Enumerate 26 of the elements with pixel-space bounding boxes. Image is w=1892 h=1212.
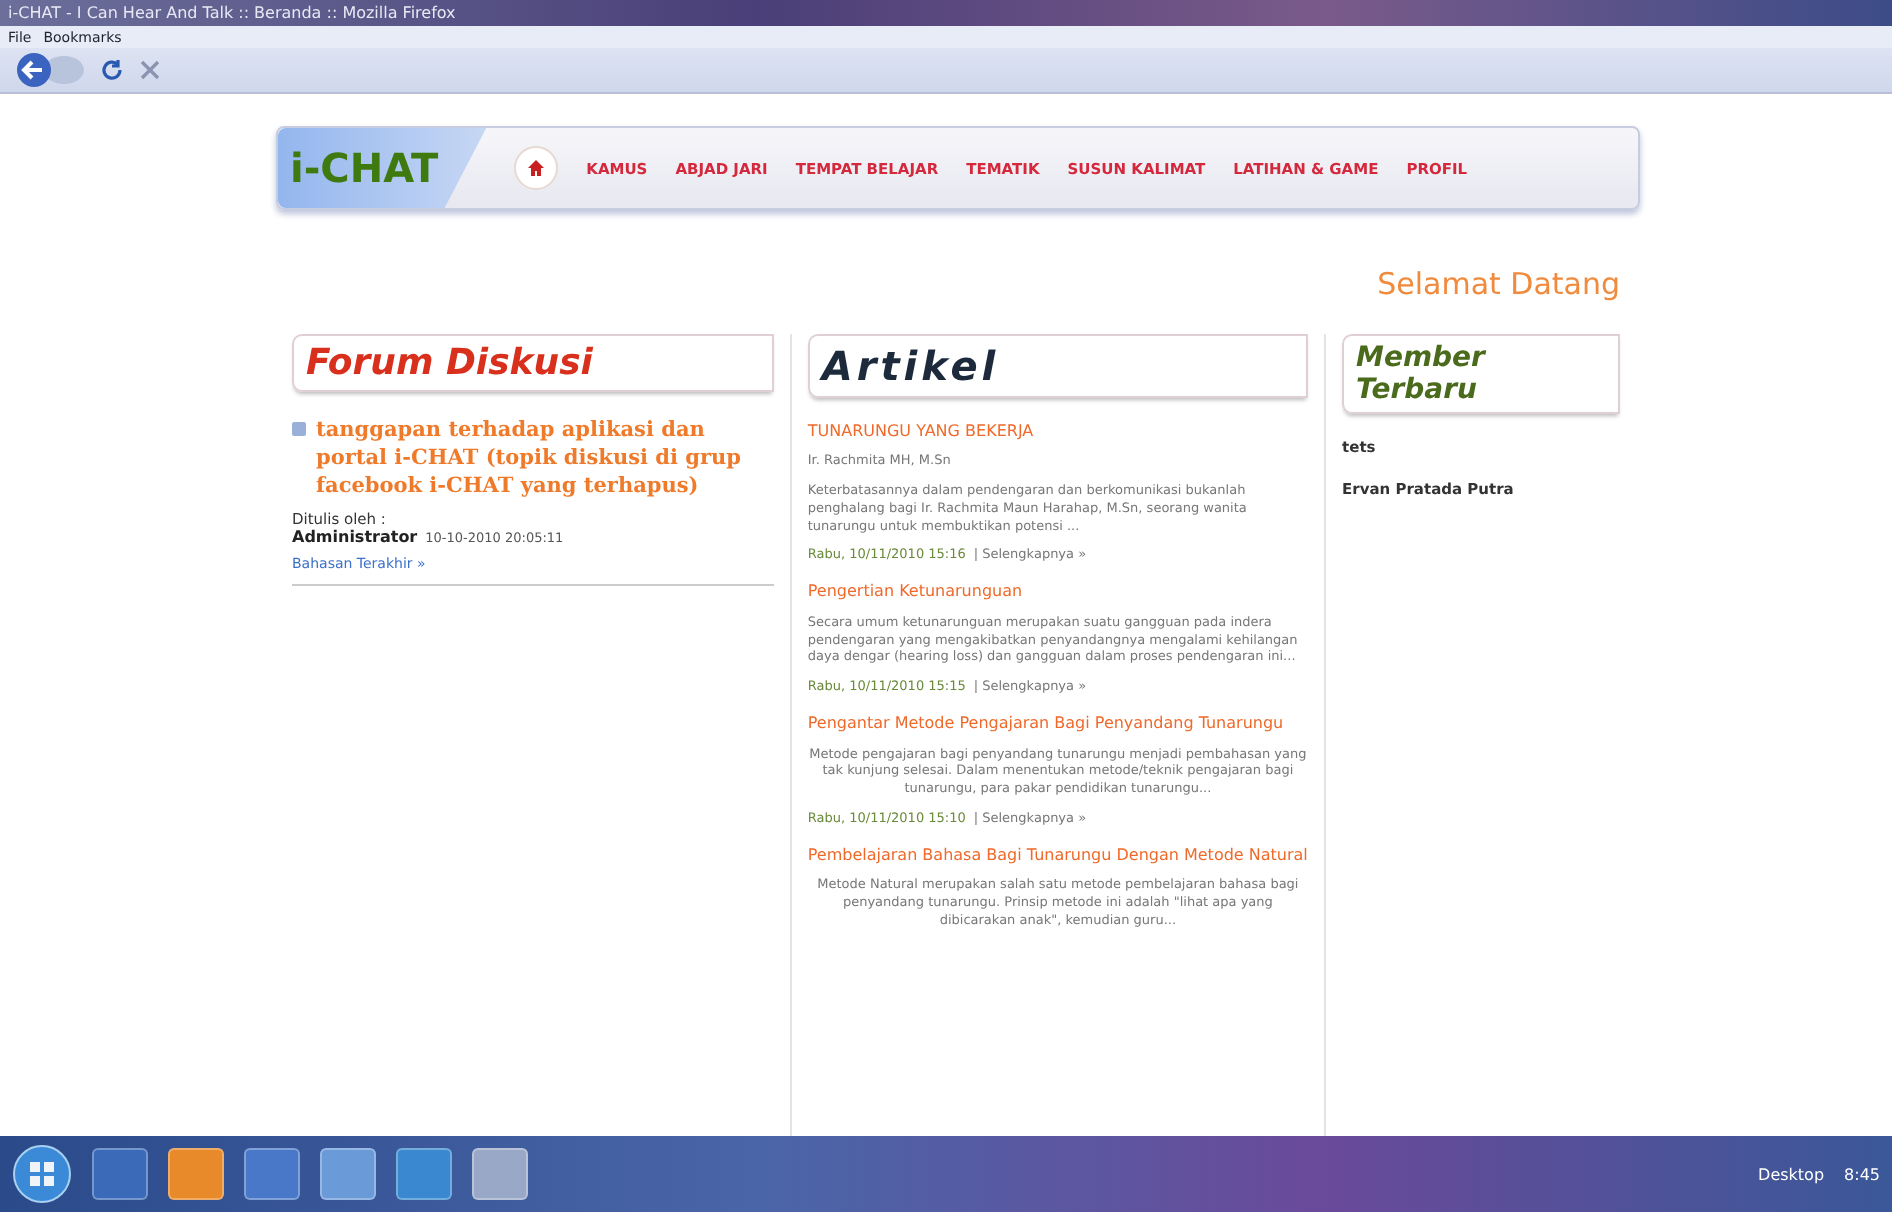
reload-icon[interactable] bbox=[100, 58, 124, 82]
desktop-toolbar[interactable]: Desktop bbox=[1758, 1165, 1825, 1183]
clock: 8:45 bbox=[1844, 1165, 1880, 1183]
window-title: i-CHAT - I Can Hear And Talk :: Beranda :: Mozilla Firefox bbox=[8, 4, 456, 22]
home-icon bbox=[526, 158, 547, 178]
article-title[interactable]: Pengertian Ketunarunguan bbox=[807, 582, 1309, 604]
start-button[interactable] bbox=[12, 1144, 72, 1204]
taskbar-app-icon[interactable] bbox=[472, 1148, 528, 1200]
stop-icon[interactable] bbox=[140, 60, 160, 80]
article-title[interactable]: Pengantar Metode Pengajaran Bagi Penyandang Tunarungu bbox=[807, 714, 1309, 736]
taskbar-app-icon[interactable] bbox=[92, 1148, 148, 1200]
article-title[interactable]: Pembelajaran Bahasa Bagi Tunarungu Dengan Metode Natural bbox=[807, 845, 1309, 867]
section-heading: Member Terbaru bbox=[1342, 334, 1620, 414]
back-icon[interactable] bbox=[16, 52, 84, 88]
home-button[interactable] bbox=[514, 146, 559, 190]
site-logo: i-CHAT bbox=[278, 128, 487, 208]
welcome-text: Selamat Datang bbox=[1377, 266, 1620, 302]
section-heading: Artikel bbox=[807, 334, 1309, 398]
author-name: Administrator bbox=[292, 527, 418, 546]
taskbar-app-icon[interactable] bbox=[320, 1148, 376, 1200]
taskbar-app-icon[interactable] bbox=[168, 1148, 224, 1200]
topic-link[interactable]: tanggapan terhadap aplikasi dan portal i-CHAT (topik diskusi di grup facebook i-CHAT yang terhapus) bbox=[292, 416, 774, 502]
article-title[interactable]: TUNARUNGU YANG BEKERJA bbox=[807, 422, 1309, 443]
section-heading: Forum Diskusi bbox=[292, 334, 774, 392]
taskbar-app-icon[interactable] bbox=[244, 1148, 300, 1200]
taskbar-app-icon[interactable] bbox=[396, 1148, 452, 1200]
